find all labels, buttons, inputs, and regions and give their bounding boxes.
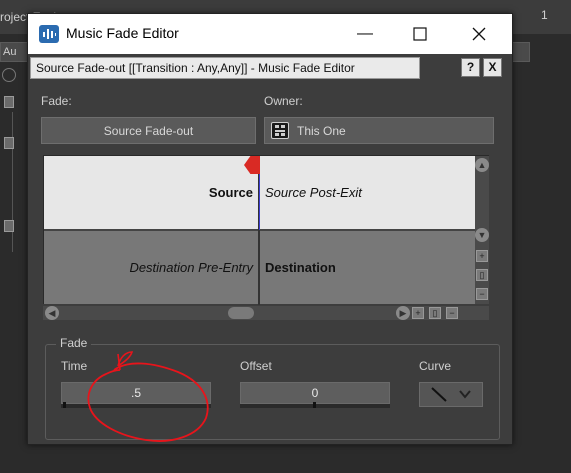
close-button[interactable] (456, 14, 502, 54)
editor-tab-bar: Source Fade-out [[Transition : Any,Any]]… (28, 56, 512, 80)
background-tree-node[interactable] (4, 96, 14, 108)
background-number: 1 (541, 8, 548, 22)
scroll-up-icon[interactable]: ▲ (475, 158, 489, 172)
zoom-fit-vertical-icon[interactable]: ▯ (476, 269, 488, 281)
time-slider-thumb[interactable] (63, 402, 66, 408)
title-bar[interactable]: Music Fade Editor — (28, 14, 512, 54)
destination-pre-entry-label: Destination Pre-Entry (129, 260, 253, 275)
minimize-button[interactable]: — (342, 14, 388, 54)
destination-pre-entry-region[interactable]: Destination Pre-Entry (44, 230, 259, 304)
zoom-out-horizontal-icon[interactable]: − (446, 307, 458, 319)
offset-label: Offset (240, 359, 272, 373)
red-annotation-circle (87, 351, 209, 442)
chevron-down-icon (459, 390, 471, 399)
horizontal-scrollbar[interactable]: ◀ ▶ + ▯ − (43, 306, 489, 320)
zoom-out-vertical-icon[interactable]: − (476, 288, 488, 300)
curve-label: Curve (419, 359, 452, 373)
offset-slider-thumb[interactable] (313, 402, 316, 408)
destination-label: Destination (265, 260, 336, 275)
source-post-exit-label: Source Post-Exit (265, 185, 362, 200)
curve-dropdown[interactable] (419, 382, 483, 407)
source-label: Source (208, 185, 253, 200)
scroll-down-icon[interactable]: ▼ (475, 228, 489, 242)
owner-value: This One (297, 124, 346, 138)
zoom-in-horizontal-icon[interactable]: + (412, 307, 424, 319)
offset-input[interactable]: 0 (240, 382, 390, 404)
scroll-left-icon[interactable]: ◀ (45, 306, 59, 320)
transition-icon (271, 122, 289, 139)
fade-label: Fade: (41, 94, 72, 108)
source-post-exit-region[interactable]: Source Post-Exit (259, 156, 475, 230)
vertical-scrollbar[interactable]: ▲ ▼ + ▯ − (475, 156, 489, 304)
owner-field[interactable]: This One (264, 117, 494, 144)
owner-label: Owner: (264, 94, 303, 108)
background-tree-node[interactable] (4, 220, 14, 232)
close-tab-button[interactable]: X (483, 58, 502, 77)
linear-curve-icon (431, 387, 447, 402)
scroll-right-icon[interactable]: ▶ (396, 306, 410, 320)
help-button[interactable]: ? (461, 58, 480, 77)
wwise-icon (39, 25, 59, 43)
window-title: Music Fade Editor (66, 25, 179, 41)
offset-value: 0 (311, 386, 319, 400)
fade-name-field: Source Fade-out (41, 117, 256, 144)
zoom-fit-horizontal-icon[interactable]: ▯ (429, 307, 441, 319)
horizontal-scroll-thumb[interactable] (228, 307, 254, 319)
fade-timeline[interactable]: Source Source Post-Exit Destination Pre-… (43, 155, 489, 305)
source-region[interactable]: Source (44, 156, 259, 230)
destination-region[interactable]: Destination (259, 230, 475, 304)
editor-tab[interactable]: Source Fade-out [[Transition : Any,Any]]… (30, 57, 420, 79)
background-circle-icon (2, 68, 16, 82)
offset-slider-track[interactable] (240, 402, 390, 408)
maximize-button[interactable] (397, 14, 443, 54)
zoom-in-vertical-icon[interactable]: + (476, 250, 488, 262)
fade-name-value: Source Fade-out (103, 124, 194, 138)
background-tree-node[interactable] (4, 137, 14, 149)
